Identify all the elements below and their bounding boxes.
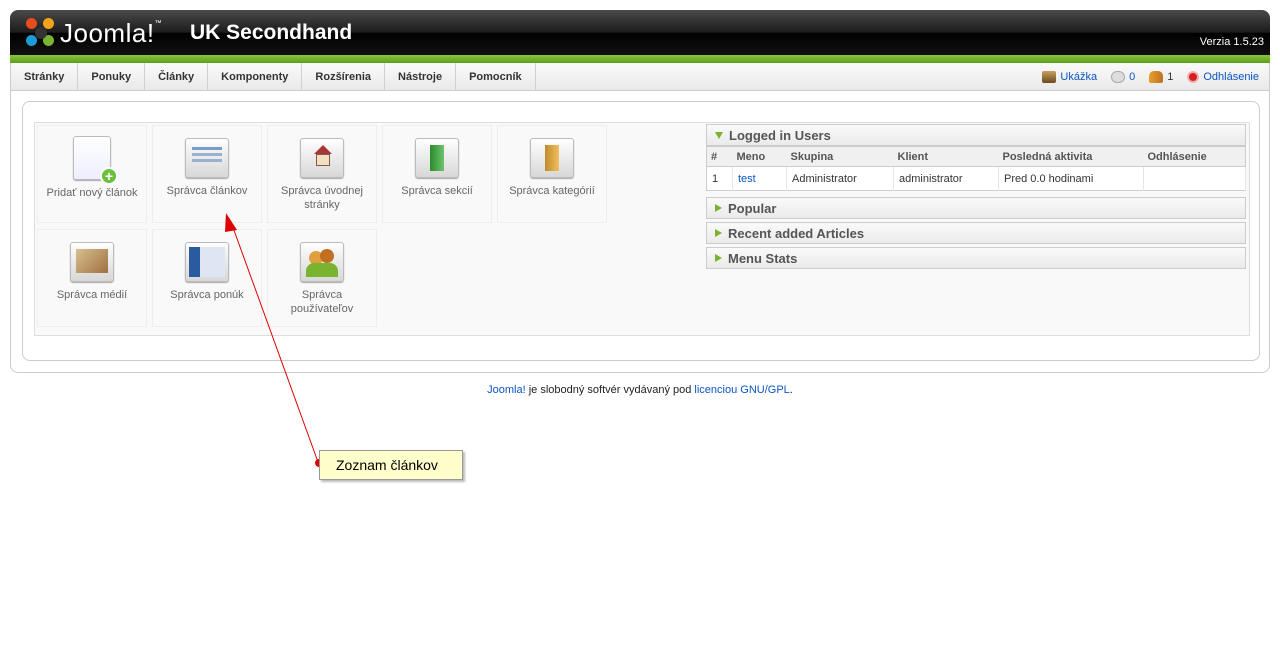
- site-name: UK Secondhand: [190, 21, 353, 44]
- cpanel-label: Správca médií: [56, 289, 128, 301]
- menu-item-tools[interactable]: Nástroje: [385, 63, 457, 91]
- user-client: administrator: [893, 166, 999, 191]
- menu-manager-button[interactable]: Správca ponúk: [152, 229, 262, 327]
- menu-item-components[interactable]: Komponenty: [208, 63, 303, 91]
- user-manager-icon: [300, 242, 344, 282]
- menu-stats-header[interactable]: Menu Stats: [706, 247, 1246, 269]
- section-title: Menu Stats: [728, 250, 798, 266]
- collapsed-icon: [715, 229, 722, 237]
- logged-in-users-header[interactable]: Logged in Users: [706, 124, 1246, 146]
- cpanel-label: Správca článkov: [166, 185, 248, 197]
- green-divider: [10, 55, 1270, 63]
- joomla-logo[interactable]: Joomla! ™: [26, 16, 162, 50]
- main-menubar: Stránky Ponuky Články Komponenty Rozšíre…: [10, 63, 1270, 91]
- article-manager-button[interactable]: Správca článkov: [152, 125, 262, 223]
- joomla-link[interactable]: Joomla!: [487, 384, 526, 396]
- cpanel-label: Správca používateľov: [290, 289, 354, 315]
- cpanel-label: Správca kategórií: [509, 185, 595, 197]
- logout-label[interactable]: Odhlásenie: [1203, 71, 1259, 83]
- column-header: Klient: [893, 146, 999, 167]
- version-label: Verzia 1.5.23: [1199, 36, 1264, 48]
- footer-end: .: [789, 384, 793, 396]
- logout-link[interactable]: Odhlásenie: [1187, 71, 1259, 83]
- menu-manager-icon: [185, 242, 229, 282]
- section-manager-icon: [415, 138, 459, 178]
- logo-text: Joomla!: [60, 17, 155, 48]
- control-panel: + Pridať nový článok Správca článkov Spr…: [34, 122, 1250, 336]
- mail-icon: [1111, 71, 1126, 83]
- messages-link[interactable]: 0: [1111, 71, 1135, 83]
- content-inner: + Pridať nový článok Správca článkov Spr…: [22, 101, 1260, 361]
- modules-column: Logged in Users # Meno Skupina Klient Po…: [706, 124, 1246, 272]
- frontpage-manager-button[interactable]: Správca úvodnej stránky: [267, 125, 377, 223]
- users-online-count: 1: [1167, 71, 1174, 83]
- section-title: Recent added Articles: [728, 225, 865, 241]
- media-manager-button[interactable]: Správca médií: [37, 229, 147, 327]
- menu-item-menus[interactable]: Ponuky: [78, 63, 146, 91]
- column-header: Meno: [732, 146, 787, 167]
- cpanel-label: Správca ponúk: [170, 289, 244, 301]
- logged-in-users-table: # Meno Skupina Klient Posledná aktivita …: [706, 146, 1246, 191]
- footer: Joomla! je slobodný softvér vydávaný pod…: [0, 384, 1280, 396]
- cpanel-label: Správca sekcií: [401, 185, 473, 197]
- collapsed-icon: [715, 204, 722, 212]
- column-header: Skupina: [786, 146, 894, 167]
- footer-text: je slobodný softvér vydávaný pod: [525, 384, 695, 396]
- add-article-icon: +: [73, 136, 118, 185]
- menu-item-pages[interactable]: Stránky: [11, 63, 79, 91]
- messages-count[interactable]: 0: [1129, 71, 1135, 83]
- table-row: 1 test Administrator administrator Pred …: [706, 166, 1246, 191]
- recent-articles-header[interactable]: Recent added Articles: [706, 222, 1246, 244]
- users-online: 1: [1149, 71, 1173, 83]
- preview-label[interactable]: Ukážka: [1060, 71, 1097, 83]
- article-manager-icon: [185, 138, 229, 178]
- column-header: Odhlásenie: [1143, 146, 1246, 167]
- content-outer: + Pridať nový článok Správca článkov Spr…: [10, 91, 1270, 373]
- column-header: Posledná aktivita: [998, 146, 1144, 167]
- menu-item-help[interactable]: Pomocník: [456, 63, 536, 91]
- annotation-callout: Zoznam článkov: [319, 450, 463, 480]
- column-header: #: [706, 146, 733, 167]
- section-title: Logged in Users: [729, 127, 831, 143]
- add-article-button[interactable]: + Pridať nový článok: [37, 125, 147, 223]
- expanded-icon: [715, 131, 723, 139]
- logout-cell[interactable]: [1143, 166, 1246, 191]
- joomla-logo-icon: [26, 18, 56, 48]
- user-group: Administrator: [786, 166, 894, 191]
- preview-link[interactable]: Ukážka: [1042, 71, 1097, 83]
- collapsed-icon: [715, 254, 722, 262]
- status-bar: Ukážka 0 1 Odhlásenie: [1042, 63, 1259, 91]
- menu-item-articles[interactable]: Články: [145, 63, 209, 91]
- media-manager-icon: [70, 242, 114, 282]
- preview-icon: [1042, 71, 1057, 83]
- frontpage-manager-icon: [300, 138, 344, 178]
- user-manager-button[interactable]: Správca používateľov: [267, 229, 377, 327]
- users-icon: [1149, 71, 1164, 83]
- logout-icon: [1187, 71, 1200, 83]
- section-manager-button[interactable]: Správca sekcií: [382, 125, 492, 223]
- cpanel-label: Pridať nový článok: [46, 187, 138, 199]
- category-manager-icon: [530, 138, 574, 178]
- category-manager-button[interactable]: Správca kategórií: [497, 125, 607, 223]
- cpanel-label: Správca úvodnej stránky: [281, 185, 363, 211]
- last-activity: Pred 0.0 hodinami: [998, 166, 1144, 191]
- row-number: 1: [706, 166, 733, 191]
- menu-item-extensions[interactable]: Rozšírenia: [302, 63, 386, 91]
- popular-header[interactable]: Popular: [706, 197, 1246, 219]
- header-bar: Joomla! ™ UK Secondhand Verzia 1.5.23: [10, 10, 1270, 55]
- user-name-link[interactable]: test: [738, 173, 756, 185]
- license-link[interactable]: licenciou GNU/GPL: [694, 384, 789, 396]
- section-title: Popular: [728, 200, 777, 216]
